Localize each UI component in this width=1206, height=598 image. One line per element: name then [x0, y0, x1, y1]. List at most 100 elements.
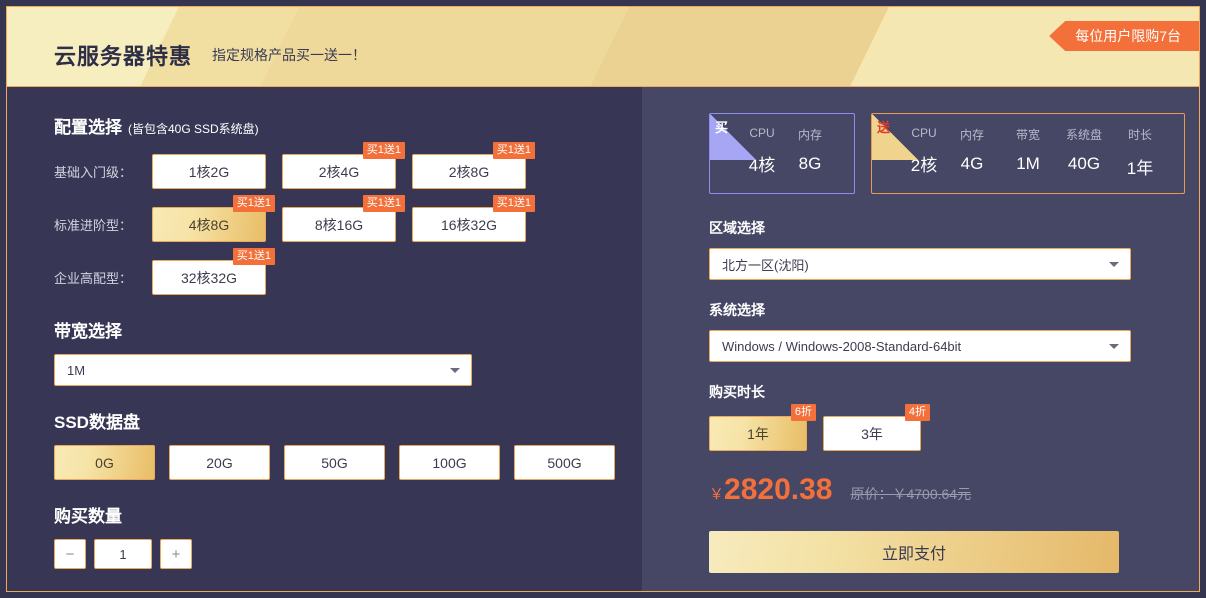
config-row-label: 企业高配型： — [54, 271, 133, 286]
config-option-label: 2核8G — [448, 163, 490, 180]
config-option-4核8G[interactable]: 4核8G 买1送1 — [152, 195, 275, 242]
gift-spec-columns: CPU 2核 内存 4G 带宽 1M 系统盘 40G 时长 1年 — [888, 126, 1168, 179]
duration-options: 1年 6折 3年 4折 — [709, 404, 1199, 451]
ssd-section-title: SSD数据盘 — [54, 413, 140, 432]
system-section-title: 系统选择 — [709, 302, 765, 318]
config-option-16核32G[interactable]: 16核32G 买1送1 — [412, 195, 535, 242]
config-title-note: (皆包含40G SSD系统盘) — [128, 122, 259, 136]
purchase-limit-ribbon: 每位用户限购7台 — [1049, 21, 1199, 51]
promo-page: 云服务器特惠 指定规格产品买一送一！ 每位用户限购7台 配置选择 (皆包含40G … — [0, 0, 1206, 598]
spec-column: 内存 4G — [944, 126, 1000, 179]
config-row: 企业高配型： 32核32G 买1送1 — [54, 248, 642, 295]
duration-option-label: 1年 — [747, 425, 769, 442]
promo-badge: 买1送1 — [492, 195, 535, 212]
ssd-option-label: 50G — [321, 454, 348, 471]
spec-key: 时长 — [1127, 128, 1152, 142]
spec-value: 40G — [1067, 154, 1101, 173]
ssd-option-500G[interactable]: 500G — [514, 445, 615, 480]
spec-key: 内存 — [797, 128, 822, 142]
summary-panel: 买 CPU 4核 内存 8G 送 CPU 2核 内存 4G 带宽 1M 系统盘 40G 时长 1年 — [642, 86, 1199, 591]
bandwidth-select[interactable]: 1M — [54, 354, 472, 386]
duration-option-3年[interactable]: 3年 4折 — [823, 404, 930, 451]
ssd-options: 0G 20G 50G 100G 500G — [54, 445, 642, 480]
bandwidth-section-title: 带宽选择 — [54, 322, 122, 341]
ssd-option-20G[interactable]: 20G — [169, 445, 270, 480]
config-option-label: 32核32G — [180, 269, 238, 286]
price-currency: ￥ — [709, 486, 725, 503]
promo-badge: 买1送1 — [492, 142, 535, 159]
gift-corner-label: 送 — [877, 120, 891, 135]
config-option-label: 4核8G — [188, 216, 230, 233]
duration-option-1年[interactable]: 1年 6折 — [709, 404, 816, 451]
ssd-option-0G[interactable]: 0G — [54, 445, 155, 480]
config-option-label: 16核32G — [440, 216, 498, 233]
config-option-1核2G[interactable]: 1核2G — [152, 154, 266, 189]
quantity-value[interactable]: 1 — [94, 539, 152, 569]
header-stripe — [575, 7, 899, 86]
ssd-option-label: 500G — [547, 454, 582, 471]
page-frame: 云服务器特惠 指定规格产品买一送一！ 每位用户限购7台 配置选择 (皆包含40G … — [6, 6, 1200, 592]
config-option-32核32G[interactable]: 32核32G 买1送1 — [152, 248, 275, 295]
config-option-label: 8核16G — [314, 216, 364, 233]
config-row-label: 标准进阶型： — [54, 218, 133, 233]
quantity-stepper: − 1 + — [54, 539, 642, 569]
quantity-decrease-button[interactable]: − — [54, 539, 86, 569]
ssd-option-label: 100G — [432, 454, 467, 471]
price-amount: 2820.38 — [724, 473, 833, 506]
spec-card-buy: 买 CPU 4核 内存 8G — [709, 113, 855, 194]
ssd-option-100G[interactable]: 100G — [399, 445, 500, 480]
chevron-down-icon — [450, 368, 460, 373]
region-value: 北方一区(沈阳) — [722, 257, 809, 273]
page-header: 云服务器特惠 指定规格产品买一送一！ 每位用户限购7台 — [7, 7, 1199, 86]
spec-value: 1年 — [1126, 159, 1154, 178]
chevron-down-icon — [1109, 262, 1119, 267]
config-option-label: 2核4G — [318, 163, 360, 180]
buy-corner-label: 买 — [715, 120, 729, 135]
region-section-title: 区域选择 — [709, 220, 765, 236]
config-row: 基础入门级： 1核2G 2核4G 买1送1 2核8G 买1送1 — [54, 142, 642, 189]
config-row-label: 基础入门级： — [54, 165, 133, 180]
spec-value: 4G — [960, 154, 984, 173]
quantity-increase-button[interactable]: + — [160, 539, 192, 569]
price-row: ￥ 2820.38 原价：￥4700.64元 — [709, 473, 1199, 507]
config-section-title: 配置选择 (皆包含40G SSD系统盘) — [54, 113, 642, 138]
spec-key: 带宽 — [1015, 128, 1040, 142]
spec-value: 8G — [798, 154, 822, 173]
duration-option-label: 3年 — [861, 425, 883, 442]
config-option-2核8G[interactable]: 2核8G 买1送1 — [412, 142, 535, 189]
spec-column: 时长 1年 — [1112, 126, 1168, 179]
config-option-label: 1核2G — [188, 163, 230, 180]
gift-corner-badge: 送 — [872, 114, 918, 160]
page-body: 配置选择 (皆包含40G SSD系统盘) 基础入门级： 1核2G 2核4G 买1送1 2核… — [7, 86, 1199, 591]
promo-badge: 买1送1 — [362, 195, 405, 212]
ssd-option-50G[interactable]: 50G — [284, 445, 385, 480]
discount-badge: 6折 — [790, 404, 816, 421]
page-title: 云服务器特惠 — [54, 44, 193, 69]
config-title-text: 配置选择 — [54, 118, 122, 137]
bandwidth-value: 1M — [67, 362, 86, 378]
config-option-8核16G[interactable]: 8核16G 买1送1 — [282, 195, 405, 242]
config-row: 标准进阶型： 4核8G 买1送1 8核16G 买1送1 16核32G 买1送1 — [54, 195, 642, 242]
spec-key: 系统盘 — [1065, 128, 1102, 142]
region-select[interactable]: 北方一区(沈阳) — [709, 248, 1131, 280]
pay-now-button[interactable]: 立即支付 — [709, 531, 1119, 573]
spec-value: 1M — [1016, 154, 1040, 173]
configuration-panel: 配置选择 (皆包含40G SSD系统盘) 基础入门级： 1核2G 2核4G 买1送1 2核… — [7, 86, 642, 591]
spec-column: 内存 8G — [782, 126, 838, 176]
buy-corner-badge: 买 — [710, 114, 756, 160]
ssd-option-label: 0G — [95, 454, 114, 471]
discount-badge: 4折 — [904, 404, 930, 421]
system-select[interactable]: Windows / Windows-2008-Standard-64bit — [709, 330, 1131, 362]
spec-column: 系统盘 40G — [1056, 126, 1112, 179]
promo-badge: 买1送1 — [232, 195, 275, 212]
promo-badge: 买1送1 — [232, 248, 275, 265]
spec-summary: 买 CPU 4核 内存 8G 送 CPU 2核 内存 4G 带宽 1M 系统盘 40G 时长 1年 — [709, 113, 1199, 194]
spec-column: 带宽 1M — [1000, 126, 1056, 179]
spec-key: 内存 — [959, 128, 984, 142]
config-option-2核4G[interactable]: 2核4G 买1送1 — [282, 142, 405, 189]
original-price: 原价：￥4700.64元 — [850, 486, 972, 502]
duration-section-title: 购买时长 — [709, 384, 765, 400]
promo-badge: 买1送1 — [362, 142, 405, 159]
ssd-option-label: 20G — [206, 454, 233, 471]
system-value: Windows / Windows-2008-Standard-64bit — [722, 338, 962, 354]
